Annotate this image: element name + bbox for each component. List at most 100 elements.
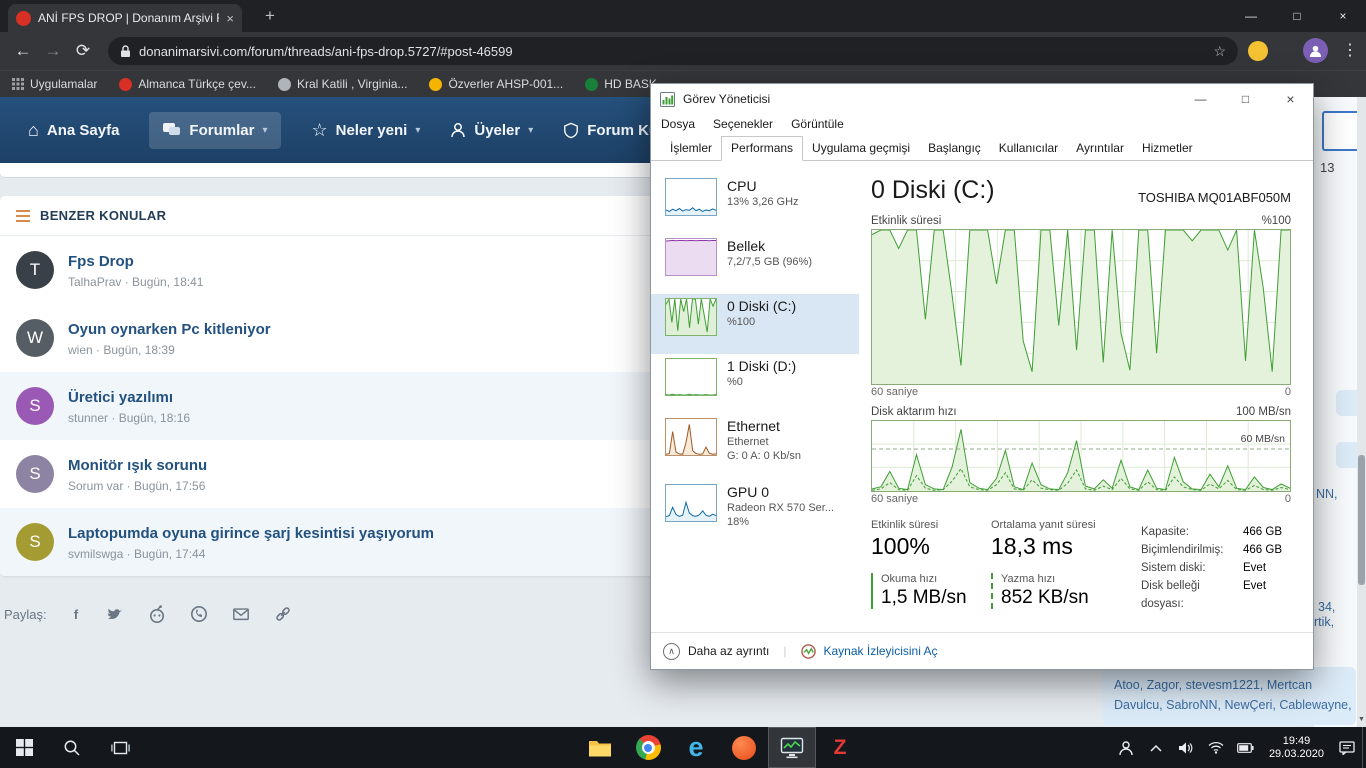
browser-close-button[interactable]: × [1320,0,1366,32]
nav-home[interactable]: ⌂ Ana Sayfa [28,120,119,141]
collapse-icon: ∧ [663,642,680,660]
tm-menubar: Dosya Seçenekler Görüntüle [653,114,852,134]
avatar[interactable]: W [16,319,54,357]
tab-islemler[interactable]: İşlemler [661,137,721,160]
browser-menu-icon[interactable]: ⋮ [1340,38,1360,63]
browser-tab-bar: ANİ FPS DROP | Donanım Arşivi F × + — □ … [0,0,1366,32]
thread-row[interactable]: S Üretici yazılımı stunner · Bugün, 18:1… [0,372,655,440]
tab-ayrintilar[interactable]: Ayrıntılar [1067,137,1133,160]
page-scrollbar-thumb[interactable] [1358,455,1365,585]
tab-hizmetler[interactable]: Hizmetler [1133,137,1202,160]
perf-item-disk1[interactable]: 1 Diski (D:) %0 [651,354,859,414]
network-button[interactable] [1203,727,1229,768]
refresh-button[interactable]: ⟳ [68,41,98,61]
extension-icon[interactable] [1248,41,1268,61]
avatar[interactable]: T [16,251,54,289]
perf-item-disk0[interactable]: 0 Diski (C:) %100 [651,294,859,354]
address-bar[interactable]: donanimarsivi.com/forum/threads/ani-fps-… [108,37,1238,65]
new-tab-button[interactable]: + [258,6,282,26]
file-explorer-button[interactable] [576,727,624,768]
facebook-icon[interactable]: f [69,604,83,624]
tm-footer: ∧ Daha az ayrıntı | Kaynak İzleyicisini … [651,632,1313,669]
z-app-button[interactable]: Z [816,727,864,768]
perf-item-gpu[interactable]: GPU 0 Radeon RX 570 Ser... 18% [651,480,859,546]
start-button[interactable] [0,727,48,768]
browser-tab[interactable]: ANİ FPS DROP | Donanım Arşivi F × [8,4,242,32]
member-name-fragment[interactable]: 34, [1318,600,1335,614]
menu-secenekler[interactable]: Seçenekler [705,114,781,134]
browser-minimize-button[interactable]: — [1228,0,1274,32]
thread-title[interactable]: Oyun oynarken Pc kitleniyor [68,320,271,340]
task-view-button[interactable] [96,727,144,768]
bookmark-label: Uygulamalar [30,77,98,91]
link-icon[interactable] [273,604,293,624]
avatar[interactable]: S [16,523,54,561]
members-line[interactable]: Davulcu, SabroNN, NewÇeri, Cablewayne, [1114,695,1356,715]
bookmark-apps[interactable]: Uygulamalar [12,77,97,91]
email-icon[interactable] [231,605,251,623]
hidden-icons-button[interactable] [1143,727,1169,768]
show-desktop-button[interactable] [1362,727,1366,768]
perf-item-memory[interactable]: Bellek 7,2/7,5 GB (96%) [651,234,859,294]
action-center-button[interactable] [1334,727,1360,768]
thread-row[interactable]: W Oyun oynarken Pc kitleniyor wien · Bug… [0,304,655,372]
volume-button[interactable] [1173,727,1199,768]
tm-minimize-button[interactable]: — [1178,84,1223,113]
people-button[interactable] [1113,727,1139,768]
thread-title[interactable]: Üretici yazılımı [68,388,190,408]
bookmark-item[interactable]: Özverler AHSP-001... [429,77,563,91]
tab-close-icon[interactable]: × [226,11,234,26]
taskbar-clock[interactable]: 19:49 29.03.2020 [1263,735,1330,761]
twitter-icon[interactable] [105,605,125,623]
nav-members[interactable]: Üyeler ▾ [450,122,533,139]
bookmark-favicon [277,77,291,91]
less-detail-button[interactable]: Daha az ayrıntı [688,644,769,658]
thread-title[interactable]: Laptopumda oyuna girince şarj kesintisi … [68,524,434,544]
tab-kullanicilar[interactable]: Kullanıcılar [990,137,1067,160]
thread-row[interactable]: S Monitör ışık sorunu Sorum var · Bugün,… [0,440,655,508]
avatar[interactable]: S [16,455,54,493]
member-name-fragment[interactable]: rtik, [1314,615,1334,629]
bookmark-item[interactable]: Almanca Türkçe çev... [119,77,256,91]
battery-button[interactable] [1233,727,1259,768]
resource-monitor-link[interactable]: Kaynak İzleyicisini Aç [824,644,938,658]
tab-uygulama-gecmisi[interactable]: Uygulama geçmişi [803,137,919,160]
url-text[interactable]: donanimarsivi.com/forum/threads/ani-fps-… [139,44,1205,59]
page-scrollbar-track[interactable] [1357,97,1366,727]
edge-button[interactable]: e [672,727,720,768]
thread-row[interactable]: T Fps Drop TalhaPrav · Bugün, 18:41 [0,236,655,304]
thread-title[interactable]: Fps Drop [68,252,203,272]
nav-forums[interactable]: Forumlar ▾ [149,111,282,149]
members-line[interactable]: Atoo, Zagor, stevesm1221, Mertcan [1114,675,1356,695]
reddit-icon[interactable] [147,604,167,624]
thread-title[interactable]: Monitör ışık sorunu [68,456,207,476]
taskbar-search-button[interactable] [48,727,96,768]
chrome-button[interactable] [624,727,672,768]
x-axis-left: 60 saniye [871,386,919,398]
bookmark-label: Almanca Türkçe çev... [138,77,256,91]
scrollbar-down-arrow[interactable]: ▼ [1357,712,1366,727]
menu-dosya[interactable]: Dosya [653,114,703,134]
menu-goruntule[interactable]: Görüntüle [783,114,852,134]
tm-close-button[interactable]: × [1268,84,1313,113]
tm-maximize-button[interactable]: □ [1223,84,1268,113]
browser-maximize-button[interactable]: □ [1274,0,1320,32]
task-manager-taskbar-button[interactable] [768,727,816,768]
browser-app-button[interactable] [720,727,768,768]
bookmark-item[interactable]: Kral Katili , Virginia... [277,77,407,91]
tab-performans[interactable]: Performans [721,136,804,161]
thread-row[interactable]: S Laptopumda oyuna girince şarj kesintis… [0,508,655,576]
perf-item-cpu[interactable]: CPU 13% 3,26 GHz [651,174,859,234]
bookmark-star-icon[interactable]: ☆ [1213,43,1226,60]
tm-titlebar[interactable]: Görev Yöneticisi — □ × [651,84,1313,114]
tm-tab-strip: İşlemler Performans Uygulama geçmişi Baş… [651,136,1313,161]
tab-baslangic[interactable]: Başlangıç [919,137,990,160]
whatsapp-icon[interactable] [189,604,209,624]
nav-whats-new[interactable]: ☆ Neler yeni ▾ [311,120,420,141]
member-name-fragment[interactable]: NN, [1316,487,1338,501]
perf-item-ethernet[interactable]: Ethernet Ethernet G: 0 A: 0 Kb/sn [651,414,859,480]
profile-avatar[interactable] [1303,38,1328,63]
forward-button[interactable]: → [38,41,68,61]
avatar[interactable]: S [16,387,54,425]
back-button[interactable]: ← [8,41,38,61]
